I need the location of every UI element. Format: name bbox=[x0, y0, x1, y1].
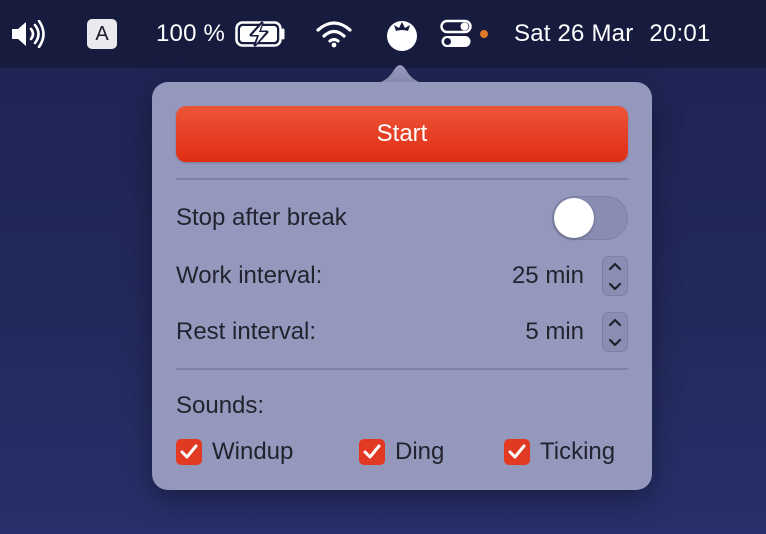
menubar-clock[interactable]: Sat 26 Mar 20:01 bbox=[514, 0, 710, 68]
timer-popover: Start Stop after break Work interval: 25… bbox=[152, 82, 652, 490]
separator-bottom bbox=[176, 368, 628, 370]
rest-interval-value: 5 min bbox=[525, 318, 584, 345]
ticking-label: Ticking bbox=[540, 438, 616, 465]
windup-checkbox[interactable]: Windup bbox=[176, 434, 293, 470]
sounds-label: Sounds: bbox=[176, 392, 265, 419]
menubar-time: 20:01 bbox=[649, 20, 711, 47]
checkmark-icon bbox=[504, 439, 530, 465]
control-center-icon[interactable] bbox=[440, 0, 472, 68]
battery-charging-icon bbox=[235, 21, 287, 47]
chevron-down-icon[interactable] bbox=[602, 276, 628, 296]
rest-interval-label: Rest interval: bbox=[176, 318, 317, 345]
battery-status[interactable]: 100 % bbox=[156, 0, 287, 68]
input-source-icon[interactable]: A bbox=[87, 0, 117, 68]
input-source-label: A bbox=[87, 19, 117, 49]
separator-top bbox=[176, 178, 628, 180]
battery-percent: 100 % bbox=[156, 20, 226, 47]
stop-after-break-toggle[interactable] bbox=[552, 196, 628, 240]
rest-interval-stepper[interactable] bbox=[602, 312, 628, 352]
status-dot bbox=[480, 0, 488, 68]
windup-label: Windup bbox=[212, 438, 294, 465]
volume-icon[interactable] bbox=[10, 0, 48, 68]
stop-after-break-label: Stop after break bbox=[176, 204, 347, 231]
checkmark-icon bbox=[176, 439, 202, 465]
chevron-up-icon[interactable] bbox=[602, 312, 628, 332]
menubar-date: Sat 26 Mar bbox=[514, 20, 634, 47]
ding-checkbox[interactable]: Ding bbox=[359, 434, 444, 470]
toggle-knob bbox=[554, 198, 594, 238]
work-interval-value: 25 min bbox=[511, 262, 584, 289]
chevron-down-icon[interactable] bbox=[602, 332, 628, 352]
ticking-checkbox[interactable]: Ticking bbox=[504, 434, 615, 470]
chevron-up-icon[interactable] bbox=[602, 256, 628, 276]
wifi-icon[interactable] bbox=[316, 0, 352, 68]
start-button[interactable]: Start bbox=[176, 106, 628, 162]
ding-label: Ding bbox=[395, 438, 445, 465]
work-interval-label: Work interval: bbox=[176, 262, 323, 289]
work-interval-stepper[interactable] bbox=[602, 256, 628, 296]
popover-arrow bbox=[370, 65, 430, 84]
checkmark-icon bbox=[359, 439, 385, 465]
